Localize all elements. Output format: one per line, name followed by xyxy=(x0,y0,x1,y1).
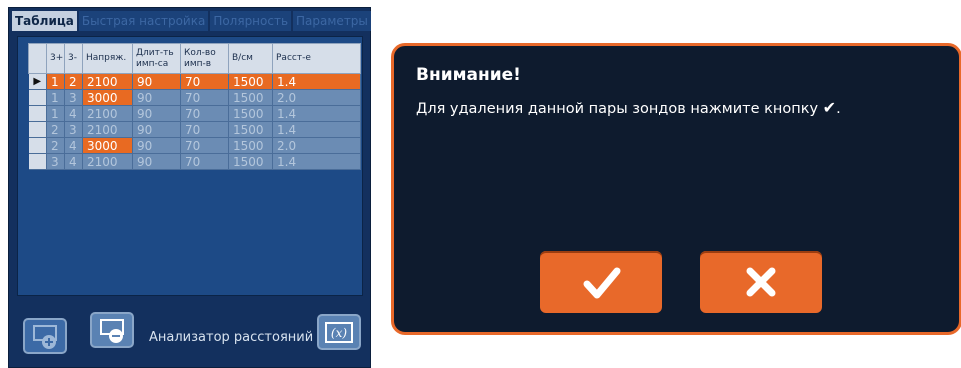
cell-voltage: 2100 xyxy=(82,105,133,122)
cell-probe-plus: 3 xyxy=(46,153,65,170)
distance-analyzer-label: Анализатор расстояний xyxy=(149,330,314,345)
table-header-row: 3+ 3- Напряж. Длит-ть имп-са Кол-во имп-… xyxy=(28,43,361,74)
table-body: ▶ 1 2 2100 90 70 1500 1.4 1 3 3000 90 70 1500 2.0 1 4 210… xyxy=(28,73,361,170)
row-select-cell[interactable] xyxy=(28,137,47,154)
cell-distance: 1.4 xyxy=(272,73,361,90)
cell-pulse-count: 70 xyxy=(180,121,229,138)
cell-voltage: 3000 xyxy=(82,137,133,154)
cell-probe-minus: 4 xyxy=(64,137,83,154)
cell-pulse-count: 70 xyxy=(180,137,229,154)
cell-v-per-cm: 1500 xyxy=(228,137,273,154)
cancel-button[interactable] xyxy=(700,251,822,313)
cell-pulse-duration: 90 xyxy=(132,89,181,106)
close-icon xyxy=(746,267,776,297)
row-select-cell[interactable] xyxy=(28,121,47,138)
row-select-cell[interactable] xyxy=(28,153,47,170)
cell-probe-plus: 2 xyxy=(46,121,65,138)
cell-voltage: 3000 xyxy=(82,89,133,106)
cell-pulse-count: 70 xyxy=(180,89,229,106)
check-icon xyxy=(583,267,621,299)
add-pair-button[interactable] xyxy=(23,318,67,354)
header-probe-plus: 3+ xyxy=(46,43,65,74)
dialog-message-end: . xyxy=(836,101,841,117)
svg-text:(x): (x) xyxy=(331,326,347,340)
dialog-title: Внимание! xyxy=(416,65,521,85)
delete-confirm-dialog: Внимание! Для удаления данной пары зондо… xyxy=(391,43,961,335)
cell-voltage: 2100 xyxy=(82,121,133,138)
tab-quick-setup[interactable]: Быстрая настройка xyxy=(78,11,209,31)
cell-distance: 1.4 xyxy=(272,105,361,122)
cell-pulse-count: 70 xyxy=(180,73,229,90)
cell-pulse-duration: 90 xyxy=(132,105,181,122)
pairs-table: 3+ 3- Напряж. Длит-ть имп-са Кол-во имп-… xyxy=(28,43,361,170)
header-v-per-cm: В/см xyxy=(228,43,273,74)
cell-probe-minus: 4 xyxy=(64,105,83,122)
header-pulse-duration: Длит-ть имп-са xyxy=(132,43,181,74)
table-row[interactable]: 2 4 3000 90 70 1500 2.0 xyxy=(28,137,361,154)
cell-distance: 1.4 xyxy=(272,121,361,138)
cell-distance: 2.0 xyxy=(272,89,361,106)
header-probe-minus: 3- xyxy=(64,43,83,74)
cell-pulse-duration: 90 xyxy=(132,121,181,138)
row-select-cell[interactable] xyxy=(28,105,47,122)
formula-x-icon: (x) xyxy=(325,322,353,343)
add-pair-icon xyxy=(33,325,57,349)
check-icon: ✔ xyxy=(822,98,837,117)
confirm-button[interactable] xyxy=(540,251,662,313)
table-row[interactable]: 3 4 2100 90 70 1500 1.4 xyxy=(28,153,361,170)
distance-analyzer-button[interactable]: (x) xyxy=(317,314,361,350)
cell-voltage: 2100 xyxy=(82,73,133,90)
dialog-message-text: Для удаления данной пары зондов нажмите … xyxy=(416,101,819,117)
cell-pulse-count: 70 xyxy=(180,153,229,170)
header-pulse-count: Кол-во имп-в xyxy=(180,43,229,74)
cell-distance: 2.0 xyxy=(272,137,361,154)
remove-pair-icon xyxy=(100,319,124,343)
cell-probe-minus: 4 xyxy=(64,153,83,170)
cell-probe-plus: 1 xyxy=(46,89,65,106)
remove-pair-button[interactable] xyxy=(90,312,134,348)
table-row[interactable]: ▶ 1 2 2100 90 70 1500 1.4 xyxy=(28,73,361,90)
cell-v-per-cm: 1500 xyxy=(228,153,273,170)
tab-polarity[interactable]: Полярность xyxy=(210,11,292,31)
cell-probe-minus: 2 xyxy=(64,73,83,90)
cell-probe-minus: 3 xyxy=(64,121,83,138)
table-row[interactable]: 1 3 3000 90 70 1500 2.0 xyxy=(28,89,361,106)
cell-pulse-duration: 90 xyxy=(132,153,181,170)
cell-v-per-cm: 1500 xyxy=(228,73,273,90)
cell-probe-plus: 2 xyxy=(46,137,65,154)
cell-v-per-cm: 1500 xyxy=(228,89,273,106)
cell-v-per-cm: 1500 xyxy=(228,121,273,138)
table-row[interactable]: 2 3 2100 90 70 1500 1.4 xyxy=(28,121,361,138)
probe-pairs-panel: Таблица Быстрая настройка Полярность Пар… xyxy=(8,7,371,368)
header-select xyxy=(28,43,47,74)
cell-voltage: 2100 xyxy=(82,153,133,170)
row-select-cell[interactable]: ▶ xyxy=(28,73,47,90)
cell-distance: 1.4 xyxy=(272,153,361,170)
cell-v-per-cm: 1500 xyxy=(228,105,273,122)
cell-probe-plus: 1 xyxy=(46,73,65,90)
tab-bar: Таблица Быстрая настройка Полярность Пар… xyxy=(12,11,371,31)
pairs-table-area: 3+ 3- Напряж. Длит-ть имп-са Кол-во имп-… xyxy=(17,36,363,296)
cell-probe-minus: 3 xyxy=(64,89,83,106)
tab-table[interactable]: Таблица xyxy=(12,11,77,31)
cell-pulse-count: 70 xyxy=(180,105,229,122)
dialog-message: Для удаления данной пары зондов нажмите … xyxy=(416,98,841,117)
tab-parameters[interactable]: Параметры xyxy=(293,11,371,31)
cell-probe-plus: 1 xyxy=(46,105,65,122)
header-voltage: Напряж. xyxy=(82,43,133,74)
table-toolbar: Анализатор расстояний (x) xyxy=(17,302,362,364)
table-row[interactable]: 1 4 2100 90 70 1500 1.4 xyxy=(28,105,361,122)
header-distance: Расст-е xyxy=(272,43,361,74)
cell-pulse-duration: 90 xyxy=(132,137,181,154)
row-select-cell[interactable] xyxy=(28,89,47,106)
cell-pulse-duration: 90 xyxy=(132,73,181,90)
